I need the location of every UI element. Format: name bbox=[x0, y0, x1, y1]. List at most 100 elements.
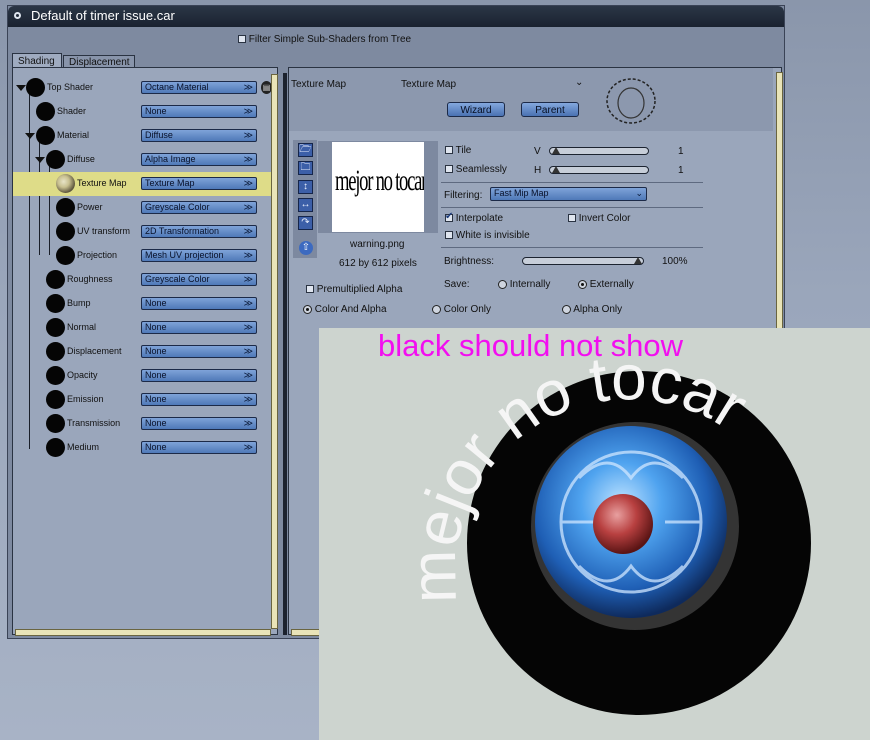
title-bar[interactable]: Default of timer issue.car bbox=[8, 6, 784, 27]
seamless-toggle[interactable]: Seamlessly bbox=[445, 164, 507, 175]
shader-dropdown[interactable]: None ≫ bbox=[141, 369, 257, 382]
file-size: 612 by 612 pixels bbox=[339, 258, 417, 269]
save-internally-radio[interactable] bbox=[498, 279, 507, 289]
node-title: Texture Map bbox=[291, 79, 347, 90]
save-externally-option[interactable]: Externally bbox=[578, 279, 634, 290]
shader-dropdown[interactable]: Mesh UV projection ≫ bbox=[141, 249, 257, 262]
shader-dropdown[interactable]: Diffuse ≫ bbox=[141, 129, 257, 142]
flip-vertical-icon[interactable]: ↕ bbox=[298, 180, 313, 194]
texture-thumbnail[interactable]: mejor no tocar bbox=[332, 142, 424, 232]
shader-ball-icon bbox=[46, 342, 65, 361]
center-cap bbox=[593, 494, 653, 554]
open-folder-icon[interactable]: 🗁 bbox=[298, 143, 313, 157]
shader-dropdown[interactable]: 2D Transformation ≫ bbox=[141, 225, 257, 238]
tree-label: Normal bbox=[67, 322, 97, 332]
tab-shading[interactable]: Shading bbox=[12, 53, 62, 68]
chevron-down-icon[interactable]: ⌄ bbox=[575, 77, 583, 88]
shader-dropdown[interactable]: None ≫ bbox=[141, 321, 257, 334]
save-internally-option[interactable]: Internally bbox=[498, 279, 550, 290]
shader-dropdown[interactable]: Texture Map ≫ bbox=[141, 177, 257, 190]
close-icon[interactable] bbox=[14, 12, 21, 19]
h-value[interactable]: 1 bbox=[678, 165, 684, 176]
channel-radio[interactable] bbox=[562, 304, 571, 314]
filter-toggle[interactable]: Filter Simple Sub-Shaders from Tree bbox=[238, 34, 411, 45]
texture-thumbnail-frame[interactable]: mejor no tocar bbox=[318, 141, 438, 233]
collapse-arrow-icon[interactable] bbox=[16, 85, 26, 91]
filtering-dropdown[interactable]: Fast Mip Map ⌄ bbox=[490, 187, 647, 201]
panel-splitter[interactable] bbox=[283, 73, 287, 635]
tree-row-medium[interactable]: Medium None ≫ bbox=[13, 436, 271, 460]
tree-row-transmission[interactable]: Transmission None ≫ bbox=[13, 412, 271, 436]
tree-scrollbar-vertical[interactable] bbox=[271, 74, 278, 629]
brightness-slider[interactable] bbox=[522, 257, 644, 265]
tile-checkbox[interactable] bbox=[445, 146, 453, 155]
filter-checkbox[interactable] bbox=[238, 35, 246, 44]
tree-row-shader[interactable]: Shader None ≫ bbox=[13, 100, 271, 124]
tree-scrollbar-horizontal[interactable] bbox=[15, 629, 271, 636]
collapse-arrow-icon[interactable] bbox=[35, 157, 45, 163]
tree-row-power[interactable]: Power Greyscale Color ≫ bbox=[13, 196, 271, 220]
tree-row-diffuse[interactable]: Diffuse Alpha Image ≫ bbox=[13, 148, 271, 172]
white-invisible-checkbox[interactable] bbox=[445, 231, 453, 240]
tree-row-opacity[interactable]: Opacity None ≫ bbox=[13, 364, 271, 388]
premultiplied-toggle[interactable]: Premultiplied Alpha bbox=[306, 284, 402, 295]
render-preview: black should not show mejor no tocar bbox=[319, 328, 870, 740]
white-invisible-toggle[interactable]: White is invisible bbox=[445, 230, 530, 241]
shader-ball-icon bbox=[36, 126, 55, 145]
brightness-knob[interactable] bbox=[634, 257, 642, 264]
browse-folder-icon[interactable]: 🗀 bbox=[298, 161, 313, 175]
shader-dropdown[interactable]: None ≫ bbox=[141, 417, 257, 430]
shader-dropdown[interactable]: Greyscale Color ≫ bbox=[141, 273, 257, 286]
tree-row-projection[interactable]: Projection Mesh UV projection ≫ bbox=[13, 244, 271, 268]
tree-label: Texture Map bbox=[77, 178, 127, 188]
tree-row-bump[interactable]: Bump None ≫ bbox=[13, 292, 271, 316]
tree-row-roughness[interactable]: Roughness Greyscale Color ≫ bbox=[13, 268, 271, 292]
shader-dropdown[interactable]: None ≫ bbox=[141, 393, 257, 406]
tree-label: Emission bbox=[67, 394, 104, 404]
filter-label: Filter Simple Sub-Shaders from Tree bbox=[248, 34, 412, 45]
channel-radio[interactable] bbox=[303, 304, 312, 314]
h-slider[interactable] bbox=[549, 166, 649, 174]
seamless-checkbox[interactable] bbox=[445, 165, 453, 174]
tile-toggle[interactable]: Tile bbox=[445, 145, 471, 156]
channel-color-alpha-option[interactable]: Color And Alpha bbox=[303, 304, 387, 315]
shader-dropdown[interactable]: None ≫ bbox=[141, 297, 257, 310]
window-title: Default of timer issue.car bbox=[31, 8, 175, 23]
shader-dropdown[interactable]: None ≫ bbox=[141, 105, 257, 118]
up-arrow-icon[interactable]: ⇧ bbox=[299, 241, 313, 255]
wizard-button[interactable]: Wizard bbox=[447, 102, 505, 117]
tree-row-uv-transform[interactable]: UV transform 2D Transformation ≫ bbox=[13, 220, 271, 244]
interpolate-toggle[interactable]: Interpolate bbox=[445, 211, 503, 224]
tree-row-normal[interactable]: Normal None ≫ bbox=[13, 316, 271, 340]
node-type-selector[interactable]: Texture Map bbox=[401, 79, 456, 90]
invert-color-toggle[interactable]: Invert Color bbox=[568, 213, 630, 224]
shader-dropdown[interactable]: None ≫ bbox=[141, 441, 257, 454]
tree-row-top-shader[interactable]: Top Shader Octane Material ≫ ▤ bbox=[13, 76, 272, 100]
invert-color-checkbox[interactable] bbox=[568, 214, 576, 223]
channel-radio[interactable] bbox=[432, 304, 441, 314]
shader-dropdown[interactable]: None ≫ bbox=[141, 345, 257, 358]
shader-dropdown[interactable]: Octane Material ≫ bbox=[141, 81, 257, 94]
divider bbox=[441, 182, 703, 183]
parent-button[interactable]: Parent bbox=[521, 102, 579, 117]
tree-row-displacement[interactable]: Displacement None ≫ bbox=[13, 340, 271, 364]
save-label: Save: bbox=[444, 279, 470, 290]
flip-horizontal-icon[interactable]: ↔ bbox=[298, 198, 313, 212]
save-externally-radio[interactable] bbox=[578, 279, 587, 289]
shader-dropdown[interactable]: Greyscale Color ≫ bbox=[141, 201, 257, 214]
interpolate-checkbox[interactable] bbox=[445, 211, 453, 223]
channel-color-only-option[interactable]: Color Only bbox=[432, 304, 491, 315]
channel-alpha-only-option[interactable]: Alpha Only bbox=[562, 304, 622, 315]
redo-icon[interactable]: ↷ bbox=[298, 216, 313, 230]
premultiplied-checkbox[interactable] bbox=[306, 285, 314, 294]
collapse-arrow-icon[interactable] bbox=[25, 133, 35, 139]
tree-row-texture-map[interactable]: Texture Map Texture Map ≫ bbox=[13, 172, 271, 196]
tree-row-emission[interactable]: Emission None ≫ bbox=[13, 388, 271, 412]
brightness-value[interactable]: 100% bbox=[662, 256, 688, 267]
tree-row-material[interactable]: Material Diffuse ≫ bbox=[13, 124, 271, 148]
shader-ball-icon bbox=[46, 438, 65, 457]
shader-dropdown[interactable]: Alpha Image ≫ bbox=[141, 153, 257, 166]
h-label: H bbox=[534, 165, 542, 176]
v-value[interactable]: 1 bbox=[678, 146, 684, 157]
v-slider[interactable] bbox=[549, 147, 649, 155]
